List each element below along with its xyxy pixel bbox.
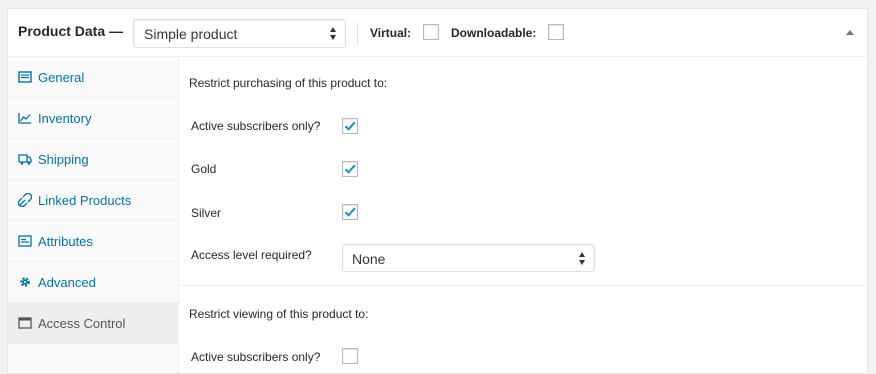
header-separator: [357, 23, 358, 43]
select-arrows-icon: [579, 252, 587, 266]
gear-icon: [18, 275, 32, 289]
link-icon: [17, 192, 33, 208]
downloadable-label: Downloadable:: [451, 26, 537, 40]
product-type-select[interactable]: Simple product: [133, 19, 346, 48]
tab-advanced[interactable]: Advanced: [8, 262, 178, 303]
product-data-panel: Product Data — Simple product Virtual: D…: [7, 8, 868, 374]
collapse-toggle-icon[interactable]: [846, 30, 854, 35]
tab-label: Access Control: [38, 316, 126, 331]
general-icon: [18, 70, 32, 84]
tab-linked-products[interactable]: Linked Products: [8, 180, 178, 221]
window-icon: [18, 316, 32, 330]
viewing-restriction-title: Restrict viewing of this product to:: [189, 307, 369, 321]
tab-shipping[interactable]: Shipping: [8, 139, 178, 180]
truck-icon: [18, 152, 32, 166]
product-data-tabs: General Inventory Shipping Linked Produc…: [8, 57, 179, 373]
attributes-icon: [18, 234, 32, 248]
viewing-active-subscribers-label: Active subscribers only?: [191, 350, 321, 364]
gold-checkbox[interactable]: [342, 161, 358, 177]
tab-label: Advanced: [38, 275, 96, 290]
silver-label: Silver: [191, 206, 222, 220]
tab-label: Linked Products: [38, 193, 132, 208]
product-data-title: Product Data —: [18, 23, 124, 39]
gold-label: Gold: [191, 162, 217, 176]
downloadable-checkbox[interactable]: [548, 24, 564, 40]
access-level-select[interactable]: None: [342, 244, 595, 272]
product-data-header: Product Data — Simple product Virtual: D…: [8, 9, 867, 57]
tab-label: Shipping: [38, 152, 89, 167]
select-arrows-icon: [330, 27, 338, 41]
section-divider: [179, 285, 867, 286]
inventory-icon: [18, 111, 32, 125]
purchase-restriction-title: Restrict purchasing of this product to:: [189, 76, 388, 90]
tab-inventory[interactable]: Inventory: [8, 98, 178, 139]
product-type-value: Simple product: [144, 26, 238, 42]
access-control-panel: Restrict purchasing of this product to: …: [179, 57, 867, 373]
tab-attributes[interactable]: Attributes: [8, 221, 178, 262]
access-level-label: Access level required?: [191, 248, 312, 262]
purchase-active-subscribers-checkbox[interactable]: [342, 118, 358, 134]
access-level-value: None: [352, 251, 386, 267]
viewing-active-subscribers-checkbox[interactable]: [342, 348, 358, 364]
purchase-active-subscribers-label: Active subscribers only?: [191, 119, 321, 133]
virtual-label: Virtual:: [370, 26, 412, 40]
tab-label: Attributes: [38, 234, 93, 249]
tab-general[interactable]: General: [8, 57, 178, 98]
tab-label: General: [38, 70, 85, 85]
tab-access-control[interactable]: Access Control: [8, 303, 178, 344]
virtual-checkbox[interactable]: [423, 24, 439, 40]
tab-label: Inventory: [38, 111, 92, 126]
silver-checkbox[interactable]: [342, 204, 358, 220]
